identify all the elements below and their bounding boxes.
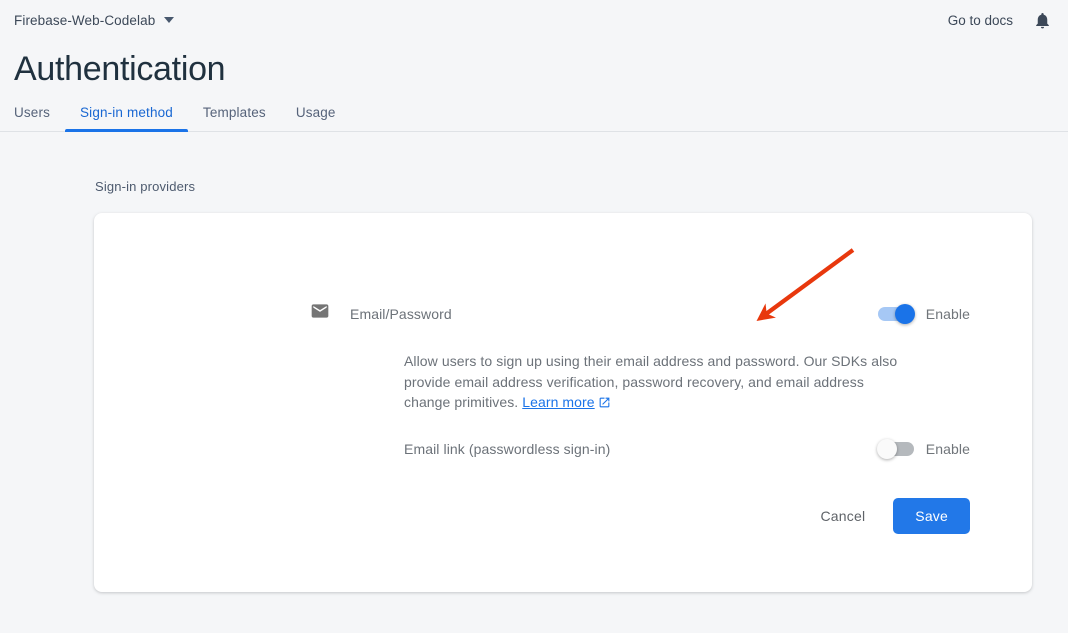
card-actions: Cancel Save: [807, 498, 971, 534]
tab-sign-in-method[interactable]: Sign-in method: [65, 105, 188, 131]
save-button[interactable]: Save: [893, 498, 970, 534]
toggle-group-email-link: Enable: [878, 441, 970, 457]
sign-in-providers-card: Email/Password Enable Allow users to sig…: [94, 213, 1032, 592]
toggle-group-email-password: Enable: [878, 306, 970, 322]
provider-description-email-password: Allow users to sign up using their email…: [404, 351, 908, 415]
provider-row-email-password: Email/Password Enable: [310, 301, 970, 326]
toggle-email-link[interactable]: [878, 442, 914, 456]
project-name: Firebase-Web-Codelab: [14, 13, 155, 28]
chevron-down-icon: [164, 17, 174, 23]
notification-bell-icon[interactable]: [1033, 10, 1052, 31]
toggle-label-email-password: Enable: [926, 306, 970, 322]
provider-name-email-link: Email link (passwordless sign-in): [404, 441, 610, 457]
main-content: Sign-in providers Email/Password Enable: [0, 179, 1068, 194]
tab-users[interactable]: Users: [14, 105, 65, 131]
cancel-button[interactable]: Cancel: [807, 499, 880, 533]
learn-more-link[interactable]: Learn more: [522, 394, 594, 410]
go-to-docs-link[interactable]: Go to docs: [948, 13, 1013, 28]
tab-bar: Users Sign-in method Templates Usage: [0, 105, 1068, 132]
top-bar-actions: Go to docs: [948, 10, 1052, 31]
tab-templates[interactable]: Templates: [188, 105, 281, 131]
toggle-knob: [877, 439, 897, 459]
email-envelope-icon: [310, 301, 330, 326]
learn-more-label: Learn more: [522, 394, 594, 410]
tab-usage[interactable]: Usage: [281, 105, 351, 131]
project-switcher[interactable]: Firebase-Web-Codelab: [14, 13, 174, 28]
provider-row-email-link: Email link (passwordless sign-in) Enable: [404, 441, 970, 457]
toggle-knob: [895, 304, 915, 324]
page-header: Authentication: [0, 40, 1068, 92]
sign-in-providers-label: Sign-in providers: [95, 179, 1068, 194]
page-title: Authentication: [14, 40, 1054, 92]
provider-description-text: Allow users to sign up using their email…: [404, 353, 897, 410]
top-bar: Firebase-Web-Codelab Go to docs: [0, 0, 1068, 40]
open-in-new-icon[interactable]: [598, 394, 611, 415]
provider-name-email-password: Email/Password: [350, 306, 452, 322]
toggle-label-email-link: Enable: [926, 441, 970, 457]
toggle-email-password[interactable]: [878, 307, 914, 321]
